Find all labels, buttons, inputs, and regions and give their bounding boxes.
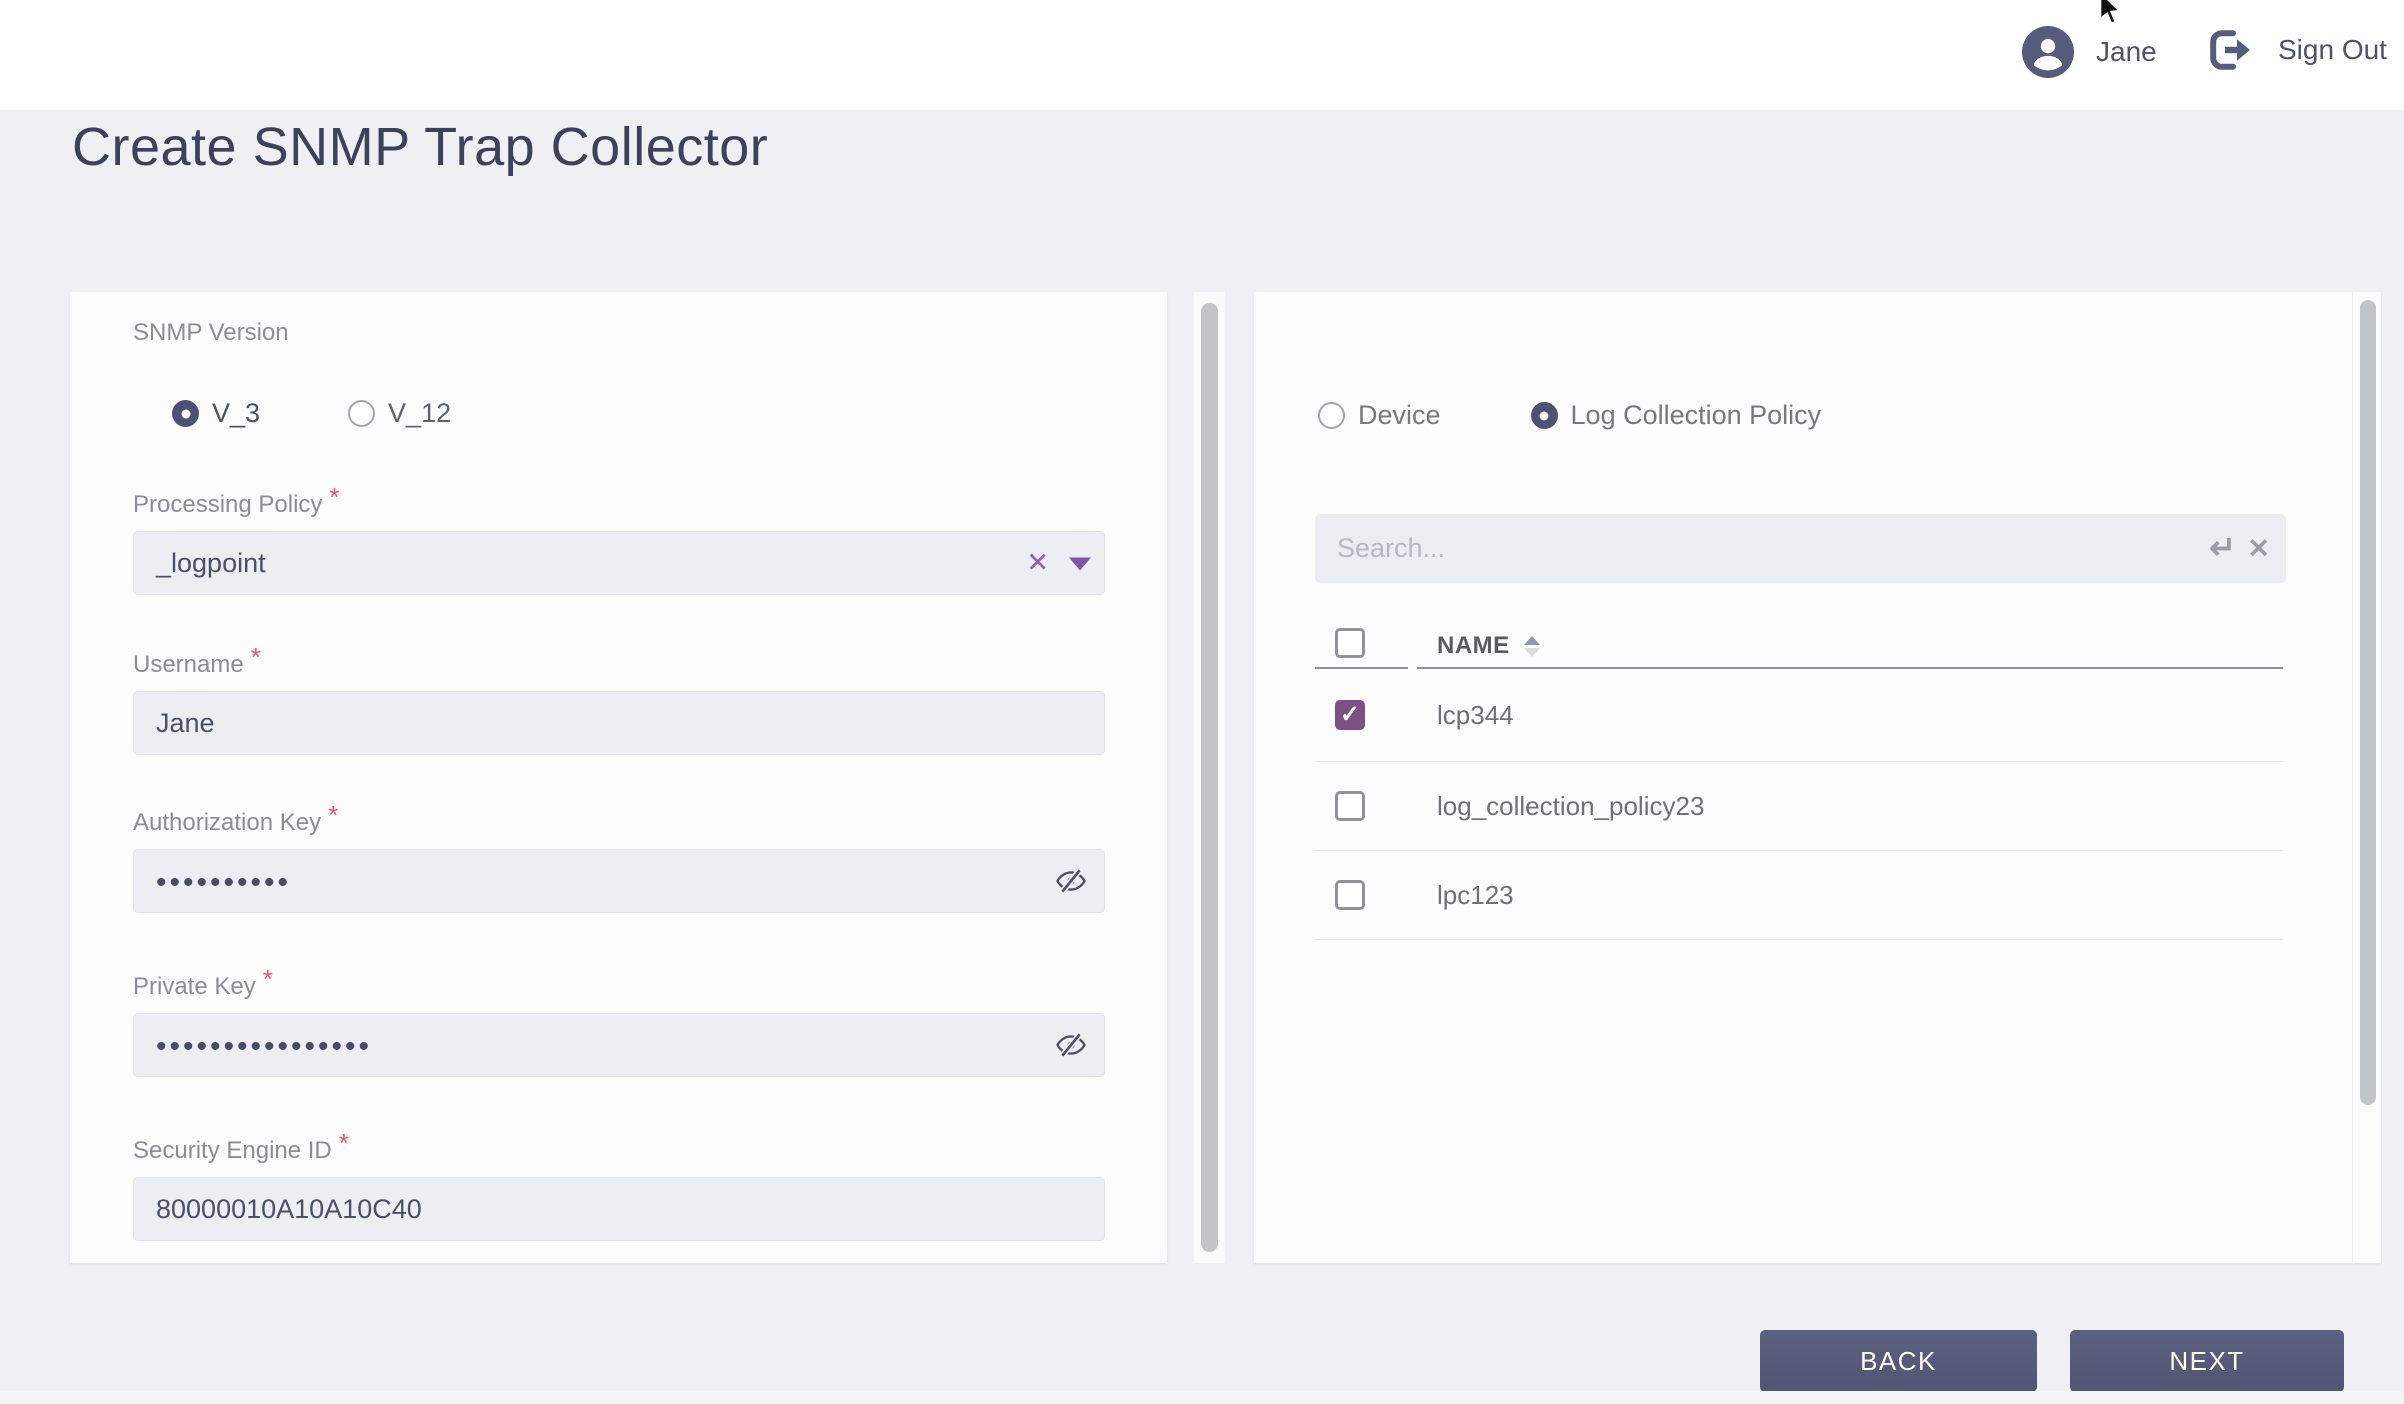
table-row-log-collection-policy23[interactable]: log_collection_policy23 <box>1315 762 2283 851</box>
selection-mode-options: Device Log Collection Policy <box>1318 400 1821 431</box>
snmp-version-group: SNMP Version <box>133 318 1105 348</box>
username-input[interactable] <box>133 691 1105 755</box>
snmp-form-panel: SNMP Version V_3 V_12 Processing Policy *… <box>70 292 1167 1263</box>
log-collection-policy-radio-label: Log Collection Policy <box>1570 400 1822 430</box>
row-name: lcp344 <box>1437 699 1514 730</box>
processing-policy-value: _logpoint <box>156 547 266 578</box>
mouse-cursor-icon <box>2090 0 2124 35</box>
radio-v3-label: V_3 <box>212 398 261 428</box>
username-label: Username * <box>133 642 261 678</box>
back-button[interactable]: BACK <box>1760 1330 2037 1392</box>
panel-scrollbar-divider <box>2352 292 2353 1263</box>
left-panel-scrollbar-track[interactable] <box>1193 292 1226 1263</box>
table-row-lpc123[interactable]: lpc123 <box>1315 851 2283 940</box>
private-key-label: Private Key * <box>133 964 273 1000</box>
radio-unselected-icon <box>348 400 376 427</box>
username-group: Username * <box>133 642 1105 755</box>
security-engine-id-input[interactable] <box>133 1177 1105 1241</box>
radio-option-v3[interactable]: V_3 <box>172 398 260 429</box>
row-checkbox[interactable] <box>1335 700 1365 730</box>
required-asterisk: * <box>328 800 339 830</box>
processing-policy-select[interactable]: _logpoint <box>133 531 1105 595</box>
sort-desc-icon <box>1523 647 1540 657</box>
security-engine-id-group: Security Engine ID * <box>133 1128 1105 1241</box>
name-column-header[interactable]: NAME <box>1437 632 1540 660</box>
table-row-lcp344[interactable]: lcp344 <box>1315 669 2283 762</box>
radio-option-v12[interactable]: V_12 <box>348 398 451 429</box>
required-asterisk: * <box>262 964 273 994</box>
search-bar: ↵ ✕ <box>1315 514 2286 583</box>
right-panel-scrollbar-thumb[interactable] <box>2360 300 2376 1105</box>
sort-icon[interactable] <box>1523 635 1540 657</box>
authorization-key-label: Authorization Key * <box>133 800 339 836</box>
radio-selected-icon <box>172 400 199 427</box>
user-avatar-icon <box>2022 26 2074 78</box>
name-column-label: NAME <box>1437 632 1510 659</box>
search-enter-icon[interactable]: ↵ <box>2209 528 2236 566</box>
sign-out-label: Sign Out <box>2278 34 2387 65</box>
processing-policy-group: Processing Policy * _logpoint ✕ <box>133 482 1105 595</box>
toggle-visibility-icon[interactable] <box>1055 1029 1087 1061</box>
search-input[interactable] <box>1315 514 2286 583</box>
dropdown-caret-icon[interactable] <box>1069 557 1091 571</box>
radio-option-device[interactable]: Device <box>1318 400 1441 431</box>
processing-policy-label: Processing Policy * <box>133 482 340 518</box>
security-engine-id-label: Security Engine ID * <box>133 1128 349 1164</box>
device-radio-label: Device <box>1358 400 1441 430</box>
snmp-version-label: SNMP Version <box>133 319 289 346</box>
required-asterisk: * <box>250 642 261 672</box>
left-panel-scrollbar-thumb[interactable] <box>1201 303 1218 1252</box>
search-clear-icon[interactable]: ✕ <box>2247 533 2270 564</box>
toggle-visibility-icon[interactable] <box>1055 865 1087 897</box>
select-all-checkbox[interactable] <box>1335 628 1365 658</box>
radio-selected-icon <box>1530 402 1558 429</box>
authorization-key-group: Authorization Key * <box>133 800 1105 913</box>
clear-selection-icon[interactable]: ✕ <box>1026 549 1049 577</box>
top-bar: Jane Sign Out <box>0 0 2404 110</box>
bottom-band <box>0 1391 2404 1404</box>
radio-unselected-icon <box>1318 402 1345 429</box>
page-title: Create SNMP Trap Collector <box>72 117 769 177</box>
app: Jane Sign Out Create SNMP Trap Collector… <box>0 0 2404 1404</box>
sign-out-icon <box>2206 26 2254 74</box>
radio-v12-label: V_12 <box>388 398 452 428</box>
row-name: log_collection_policy23 <box>1437 790 1705 821</box>
radio-option-log-collection-policy[interactable]: Log Collection Policy <box>1530 400 1822 431</box>
next-button[interactable]: NEXT <box>2070 1330 2344 1392</box>
private-key-input[interactable] <box>133 1013 1105 1077</box>
user-name: Jane <box>2096 36 2157 67</box>
sort-asc-icon <box>1523 635 1540 645</box>
private-key-group: Private Key * <box>133 964 1105 1077</box>
authorization-key-input[interactable] <box>133 849 1105 913</box>
required-asterisk: * <box>329 482 340 512</box>
row-checkbox[interactable] <box>1335 880 1365 910</box>
required-asterisk: * <box>338 1128 349 1158</box>
row-checkbox[interactable] <box>1335 791 1365 821</box>
sign-out-button[interactable]: Sign Out <box>2206 26 2387 74</box>
row-name: lpc123 <box>1437 879 1514 910</box>
policy-selector-panel: Device Log Collection Policy ↵ ✕ NAME lc… <box>1254 292 2381 1263</box>
snmp-version-options: V_3 V_12 <box>172 398 451 429</box>
